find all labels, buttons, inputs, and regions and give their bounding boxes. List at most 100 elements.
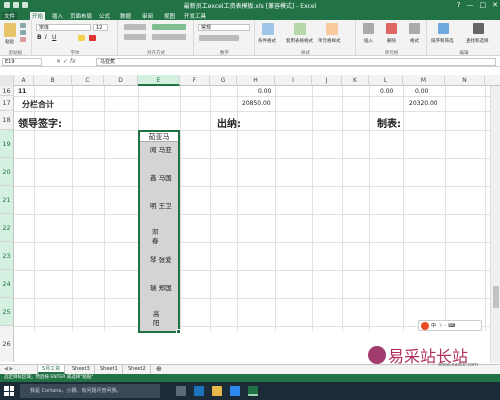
font-color-icon[interactable] <box>89 35 96 41</box>
col-header-a[interactable]: A <box>14 75 34 86</box>
delete-cells-icon[interactable] <box>386 23 397 34</box>
name-box[interactable]: E19 <box>2 58 42 66</box>
close-button[interactable]: ✕ <box>492 1 498 9</box>
row-header[interactable]: 24 <box>0 270 14 298</box>
minimize-button[interactable]: — <box>467 1 474 9</box>
quick-access-toolbar[interactable] <box>4 2 44 9</box>
row-header[interactable]: 21 <box>0 186 14 214</box>
sogou-icon[interactable] <box>421 321 429 330</box>
paste-icon[interactable] <box>4 23 16 37</box>
excel-taskbar-icon[interactable] <box>248 386 258 396</box>
store-icon[interactable] <box>230 386 240 396</box>
fill-handle[interactable] <box>176 329 181 334</box>
sort-filter-button[interactable]: 排序和筛选 <box>431 38 454 44</box>
add-sheet-button[interactable]: ⊕ <box>152 365 166 374</box>
font-size-select[interactable]: 12 <box>93 24 108 31</box>
sheet-tab-sheet2[interactable]: Sheet2 <box>124 365 151 374</box>
row-header[interactable]: 19 <box>0 130 14 158</box>
conditional-format-icon[interactable] <box>262 23 274 35</box>
format-painter-icon[interactable] <box>20 37 26 42</box>
formula-input[interactable]: 马亚蕉 <box>96 58 496 66</box>
cell-subtotal-label[interactable]: 分栏合计 <box>22 99 54 110</box>
windows-start-icon[interactable] <box>4 386 14 396</box>
col-header-g[interactable]: G <box>210 75 237 86</box>
vertical-scrollbar[interactable] <box>490 86 500 363</box>
row-header[interactable]: 26 <box>0 326 14 362</box>
ime-mode-icon[interactable]: 中 ☽ ◦ ⌨ <box>431 322 455 329</box>
help-button[interactable]: ? <box>457 1 461 9</box>
paste-button[interactable]: 粘贴 <box>5 39 14 45</box>
cell-h16[interactable]: 0.00 <box>258 88 271 95</box>
col-header-l[interactable]: L <box>369 75 403 86</box>
fx-icon[interactable]: ✕ ✓ fx <box>56 58 76 65</box>
sheet-tab-may-salary[interactable]: 5月工资 <box>38 365 66 374</box>
row-header[interactable]: 16 <box>0 86 14 96</box>
sheet-tab-sheet1[interactable]: Sheet1 <box>96 365 123 374</box>
table-format-icon[interactable] <box>294 23 306 35</box>
bold-icon[interactable]: B <box>37 34 42 41</box>
tab-page-layout[interactable]: 页面布局 <box>68 12 94 20</box>
cell-style-button[interactable]: 单元格样式 <box>318 38 341 44</box>
table-format-button[interactable]: 套用表格格式 <box>286 38 316 44</box>
redo-icon[interactable] <box>22 2 28 8</box>
cell-l16[interactable]: 0.00 <box>380 88 393 95</box>
sort-filter-icon[interactable] <box>438 23 449 34</box>
row-header[interactable]: 25 <box>0 298 14 326</box>
col-header-j[interactable]: J <box>312 75 342 86</box>
row-header[interactable]: 22 <box>0 214 14 242</box>
tab-view[interactable]: 视图 <box>162 12 177 20</box>
conditional-format-button[interactable]: 条件格式 <box>258 38 276 44</box>
active-cell-e19[interactable]: 茹亚马 <box>140 132 178 142</box>
cut-icon[interactable] <box>20 23 26 28</box>
number-format-select[interactable]: 常规 <box>198 24 250 31</box>
cortana-search-box[interactable]: 我是 Cortana，小娜。有问题尽管问我。 <box>20 384 160 398</box>
merge-center-icon[interactable] <box>152 34 186 40</box>
align-left-icon[interactable] <box>124 34 146 40</box>
tab-home[interactable]: 开始 <box>30 12 46 20</box>
align-top-icon[interactable] <box>124 24 146 30</box>
row-header[interactable]: 17 <box>0 96 14 111</box>
delete-button[interactable]: 删除 <box>387 38 396 44</box>
col-header-d[interactable]: D <box>104 75 138 86</box>
maximize-button[interactable]: □ <box>480 1 487 9</box>
tab-formulas[interactable]: 公式 <box>97 12 112 20</box>
tab-insert[interactable]: 插入 <box>50 12 65 20</box>
number-format-icons[interactable] <box>199 35 239 41</box>
col-header-e[interactable]: E <box>138 75 180 86</box>
row-header[interactable]: 23 <box>0 242 14 270</box>
format-button[interactable]: 格式 <box>410 38 419 44</box>
format-cells-icon[interactable] <box>409 23 420 34</box>
insert-button[interactable]: 插入 <box>364 38 373 44</box>
cell-style-icon[interactable] <box>326 23 338 35</box>
col-header-k[interactable]: K <box>342 75 369 86</box>
col-header-h[interactable]: H <box>237 75 275 86</box>
find-select-button[interactable]: 查找和选择 <box>466 38 489 44</box>
tab-developer[interactable]: 开发工具 <box>182 12 208 20</box>
fill-color-icon[interactable] <box>78 35 85 41</box>
save-icon[interactable] <box>4 2 10 8</box>
row-header[interactable]: 18 <box>0 111 14 130</box>
wrap-text-icon[interactable] <box>152 24 186 30</box>
scrollbar-thumb[interactable] <box>493 286 499 308</box>
col-header-m[interactable]: M <box>403 75 445 86</box>
task-view-icon[interactable] <box>176 386 186 396</box>
cell-m17[interactable]: 20320.00 <box>409 100 438 107</box>
insert-cells-icon[interactable] <box>363 23 374 34</box>
col-header-n[interactable]: N <box>445 75 485 86</box>
cell-a16[interactable]: 11 <box>18 88 26 95</box>
sheet-nav-arrows[interactable]: ◀ ▶ … <box>0 365 38 374</box>
ime-toolbar[interactable]: 中 ☽ ◦ ⌨ <box>418 320 482 331</box>
cell-m16[interactable]: 0.00 <box>415 88 428 95</box>
edge-browser-icon[interactable] <box>194 386 204 396</box>
tab-data[interactable]: 数据 <box>118 12 133 20</box>
file-explorer-icon[interactable] <box>212 386 222 396</box>
underline-icon[interactable]: U <box>52 34 56 41</box>
find-icon[interactable] <box>473 23 484 34</box>
sheet-tab-sheet3[interactable]: Sheet3 <box>68 365 95 374</box>
col-header-b[interactable]: B <box>34 75 72 86</box>
col-header-c[interactable]: C <box>72 75 104 86</box>
tab-review[interactable]: 审阅 <box>140 12 155 20</box>
select-all-corner[interactable] <box>0 75 14 86</box>
col-header-f[interactable]: F <box>180 75 210 86</box>
font-name-select[interactable]: 宋体 <box>36 24 91 31</box>
